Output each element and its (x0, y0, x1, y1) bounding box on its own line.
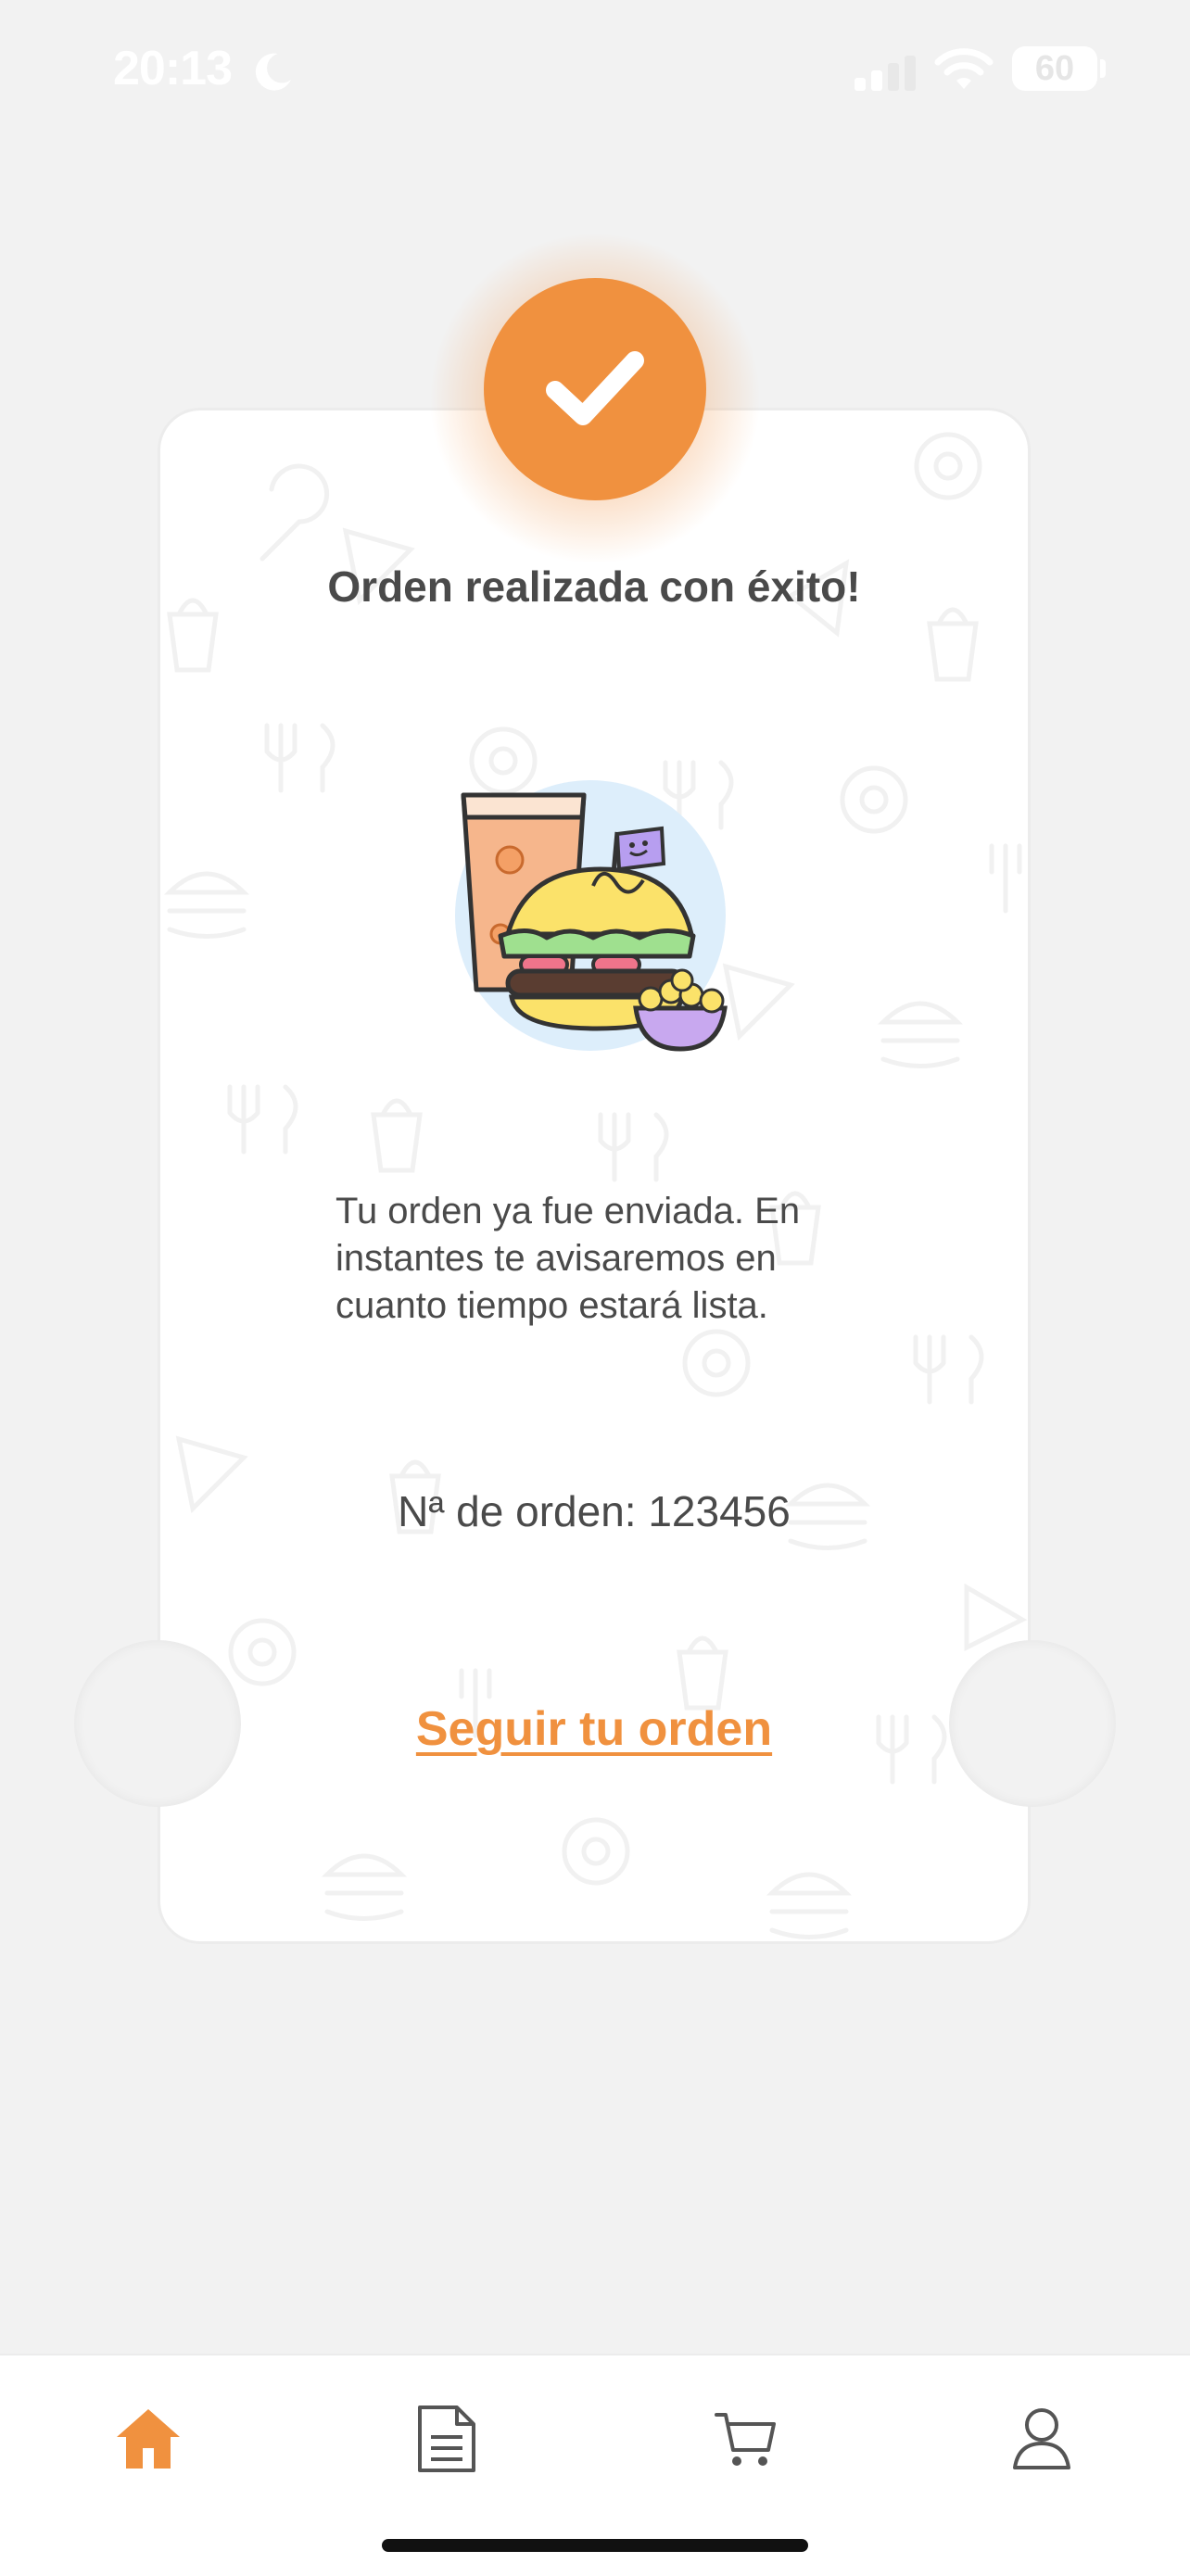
nav-orders[interactable] (400, 2393, 493, 2485)
success-title: Orden realizada con éxito! (327, 562, 861, 611)
document-icon (418, 2406, 475, 2472)
status-bar: 20:13 60 (0, 0, 1190, 139)
home-indicator (382, 2539, 808, 2552)
cart-icon (715, 2413, 776, 2466)
track-order-link[interactable]: Seguir tu orden (158, 1701, 1031, 1757)
order-sent-message: Tu orden ya fue enviada. En instantes te… (335, 1191, 801, 1326)
cellular-signal-icon (855, 56, 916, 91)
order-number: Nª de orden: 123456 (398, 1487, 791, 1535)
nav-cart[interactable] (699, 2393, 791, 2485)
moon-icon (255, 53, 291, 91)
nav-profile[interactable] (995, 2393, 1088, 2485)
battery-cap (1100, 59, 1106, 78)
wifi-icon (934, 48, 994, 89)
nav-home[interactable] (102, 2393, 195, 2485)
battery-indicator: 60 (1012, 46, 1097, 91)
status-time: 20:13 (113, 42, 233, 95)
checkmark-icon (546, 351, 644, 425)
burger-meal-illustration (455, 780, 728, 1052)
home-icon (117, 2409, 180, 2469)
success-badge (484, 278, 706, 500)
user-icon (1013, 2408, 1070, 2469)
